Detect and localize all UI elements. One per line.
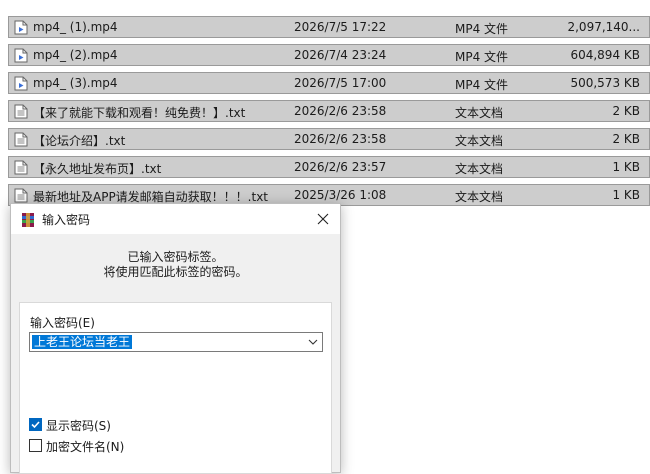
- close-icon[interactable]: [312, 208, 334, 230]
- encrypt-filenames-checkbox[interactable]: [29, 439, 42, 452]
- file-size: 2,097,140...: [567, 20, 640, 34]
- chevron-down-icon[interactable]: [307, 336, 319, 348]
- file-date: 2026/7/4 23:24: [294, 48, 387, 62]
- file-name: 【论坛介绍】.txt: [33, 134, 126, 148]
- file-size: 500,573 KB: [570, 76, 640, 90]
- text-file-icon: [14, 104, 28, 119]
- file-name: mp4_ (2).mp4: [33, 48, 118, 62]
- file-name: 【来了就能下载和观看！纯免费！】.txt: [33, 106, 246, 120]
- password-input-value[interactable]: 上老王论坛当老王: [32, 335, 133, 349]
- file-row[interactable]: 【永久地址发布页】.txt 2026/2/6 23:57 文本文档 1 KB: [8, 156, 650, 178]
- file-name: mp4_ (3).mp4: [33, 76, 118, 90]
- file-name: 【永久地址发布页】.txt: [33, 162, 162, 176]
- winrar-app-icon: [22, 213, 34, 227]
- file-type: 文本文档: [455, 106, 504, 120]
- file-date: 2026/7/5 17:22: [294, 20, 387, 34]
- file-date: 2026/7/5 17:00: [294, 76, 387, 90]
- file-row[interactable]: 【来了就能下载和观看！纯免费！】.txt 2026/2/6 23:58 文本文档 2 …: [8, 100, 650, 122]
- text-file-icon: [14, 160, 28, 175]
- file-row[interactable]: mp4_ (3).mp4 2026/7/5 17:00 MP4 文件 500,573 …: [8, 72, 650, 94]
- file-date: 2026/2/6 23:58: [294, 132, 387, 146]
- show-password-label: 显示密码(S): [46, 419, 111, 433]
- file-type: MP4 文件: [455, 78, 509, 92]
- text-file-icon: [14, 188, 28, 203]
- dialog-message-line2: 将使用匹配此标签的密码。: [103, 265, 248, 279]
- file-date: 2025/3/26 1:08: [294, 188, 387, 202]
- file-type: MP4 文件: [455, 22, 509, 36]
- file-size: 2 KB: [612, 132, 640, 146]
- file-type: MP4 文件: [455, 50, 509, 64]
- password-combobox[interactable]: 上老王论坛当老王: [29, 332, 323, 352]
- file-size: 604,894 KB: [570, 48, 640, 62]
- video-file-icon: [14, 76, 28, 91]
- file-row[interactable]: mp4_ (1).mp4 2026/7/5 17:22 MP4 文件 2,097,14…: [8, 16, 650, 38]
- password-dialog: 输入密码 已输入密码标签。 将使用匹配此标签的密码。 输入密码(E) 上老王论坛…: [10, 203, 341, 474]
- encrypt-filenames-label: 加密文件名(N): [46, 440, 125, 454]
- file-size: 1 KB: [612, 160, 640, 174]
- password-label: 输入密码(E): [30, 316, 95, 330]
- video-file-icon: [14, 48, 28, 63]
- file-type: 文本文档: [455, 190, 504, 204]
- file-type: 文本文档: [455, 134, 504, 148]
- file-row[interactable]: 【论坛介绍】.txt 2026/2/6 23:58 文本文档 2 KB: [8, 128, 650, 150]
- file-type: 文本文档: [455, 162, 504, 176]
- file-date: 2026/2/6 23:57: [294, 160, 387, 174]
- video-file-icon: [14, 20, 28, 35]
- file-size: 1 KB: [612, 188, 640, 202]
- dialog-titlebar[interactable]: 输入密码: [11, 204, 340, 234]
- file-size: 2 KB: [612, 104, 640, 118]
- dialog-title: 输入密码: [42, 213, 91, 227]
- text-file-icon: [14, 132, 28, 147]
- file-date: 2026/2/6 23:58: [294, 104, 387, 118]
- checkmark-icon: [31, 421, 40, 429]
- show-password-checkbox[interactable]: [29, 418, 42, 431]
- file-row[interactable]: mp4_ (2).mp4 2026/7/4 23:24 MP4 文件 604,894 …: [8, 44, 650, 66]
- password-panel: 输入密码(E) 上老王论坛当老王 显示密码(S) 加密文件名(N): [19, 302, 332, 474]
- file-name: mp4_ (1).mp4: [33, 20, 118, 34]
